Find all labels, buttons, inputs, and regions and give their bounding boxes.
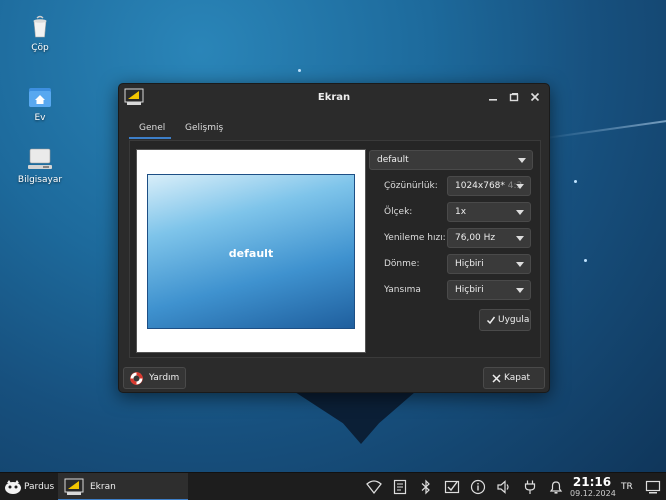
rotation-value: Hiçbiri	[455, 259, 484, 269]
volume-icon[interactable]	[496, 479, 512, 495]
desktop-icon-home[interactable]: Ev	[10, 84, 70, 123]
monitor-preview: default	[136, 149, 366, 353]
apply-button[interactable]: Uygula	[479, 309, 531, 331]
scale-label: Ölçek:	[384, 207, 413, 217]
clock[interactable]: 21:16 09.12.2024	[570, 475, 616, 499]
resolution-select[interactable]: 1024x768* 4:3	[447, 176, 531, 196]
close-window-button[interactable]	[528, 90, 542, 104]
clock-date: 09.12.2024	[570, 489, 616, 498]
lifebuoy-icon	[130, 372, 143, 385]
general-tab-panel: default default Çözünürlük: 1024x768* 4:…	[129, 140, 541, 358]
chevron-down-icon	[516, 236, 524, 241]
bluetooth-icon[interactable]	[418, 479, 434, 495]
scale-value: 1x	[455, 207, 467, 217]
scale-select[interactable]: 1x	[447, 202, 531, 222]
reflection-value: Hiçbiri	[455, 285, 484, 295]
monitor-select[interactable]: default	[369, 150, 533, 170]
refresh-rate-select[interactable]: 76,00 Hz	[447, 228, 531, 248]
pardus-logo-icon	[5, 480, 21, 494]
close-icon	[530, 92, 540, 102]
chevron-down-icon	[516, 288, 524, 293]
computer-icon	[28, 148, 52, 169]
background-star	[574, 180, 577, 183]
desktop-icon-computer[interactable]: Bilgisayar	[10, 146, 70, 185]
window-titlebar[interactable]: Ekran	[119, 84, 549, 112]
notification-bell-icon[interactable]	[548, 479, 564, 495]
window-title: Ekran	[317, 92, 351, 103]
monitor-select-value: default	[377, 155, 409, 165]
show-desktop-icon[interactable]	[645, 479, 661, 495]
background-star	[584, 259, 587, 262]
minimize-button[interactable]	[486, 90, 500, 104]
desktop-icon-label: Çöp	[31, 43, 49, 53]
checkmark-icon	[486, 316, 496, 325]
chevron-down-icon	[516, 184, 524, 189]
taskbar-task-label: Ekran	[90, 482, 116, 492]
background-star	[298, 69, 301, 72]
minimize-icon	[489, 99, 497, 101]
keyboard-layout-indicator[interactable]: TR	[621, 473, 633, 500]
info-icon[interactable]	[470, 479, 486, 495]
rotation-select[interactable]: Hiçbiri	[447, 254, 531, 274]
close-button[interactable]: Kapat	[483, 367, 545, 389]
wifi-icon[interactable]	[366, 479, 382, 495]
chevron-down-icon	[516, 262, 524, 267]
desktop-icon-label: Bilgisayar	[17, 175, 63, 185]
chevron-down-icon	[518, 158, 526, 163]
power-plug-icon[interactable]	[522, 479, 538, 495]
home-folder-icon	[29, 88, 51, 107]
trash-icon	[33, 15, 47, 38]
taskbar-task-ekran[interactable]: Ekran	[58, 473, 188, 500]
help-button[interactable]: Yardım	[123, 367, 186, 389]
chevron-down-icon	[516, 210, 524, 215]
monitor-screen[interactable]: default	[147, 174, 355, 329]
refresh-rate-label: Yenileme hızı:	[384, 233, 446, 243]
clock-time: 21:16	[572, 475, 612, 489]
desktop: Çöp Ev Bilgisayar Ekran Genel Gelişmiş d…	[0, 0, 666, 472]
apply-label: Uygula	[498, 315, 530, 325]
restore-icon	[509, 93, 519, 102]
resolution-value: 1024x768*	[455, 181, 505, 191]
resolution-label: Çözünürlük:	[384, 181, 438, 191]
desktop-icon-label: Ev	[34, 113, 46, 123]
reflection-label: Yansıma	[384, 285, 421, 295]
notes-icon[interactable]	[392, 479, 408, 495]
taskbar: Pardus Ekran 21:16 09.12.2024 TR	[0, 472, 666, 500]
background-streak	[540, 118, 666, 140]
checklist-icon[interactable]	[444, 479, 460, 495]
start-menu-button[interactable]: Pardus	[2, 473, 56, 500]
background-mountain	[295, 392, 415, 444]
close-icon	[492, 374, 501, 383]
desktop-icon-trash[interactable]: Çöp	[10, 14, 70, 53]
display-settings-window: Ekran Genel Gelişmiş default default Çöz…	[118, 83, 550, 393]
start-menu-label: Pardus	[24, 482, 55, 492]
maximize-button[interactable]	[507, 90, 521, 104]
refresh-rate-value: 76,00 Hz	[455, 233, 496, 243]
tab-gelismis[interactable]: Gelişmiş	[175, 117, 225, 139]
close-label: Kapat	[504, 373, 531, 383]
reflection-select[interactable]: Hiçbiri	[447, 280, 531, 300]
tab-genel[interactable]: Genel	[129, 117, 171, 139]
monitor-label: default	[228, 247, 274, 260]
display-app-icon	[64, 478, 84, 495]
help-label: Yardım	[149, 373, 180, 383]
rotation-label: Dönme:	[384, 259, 420, 269]
